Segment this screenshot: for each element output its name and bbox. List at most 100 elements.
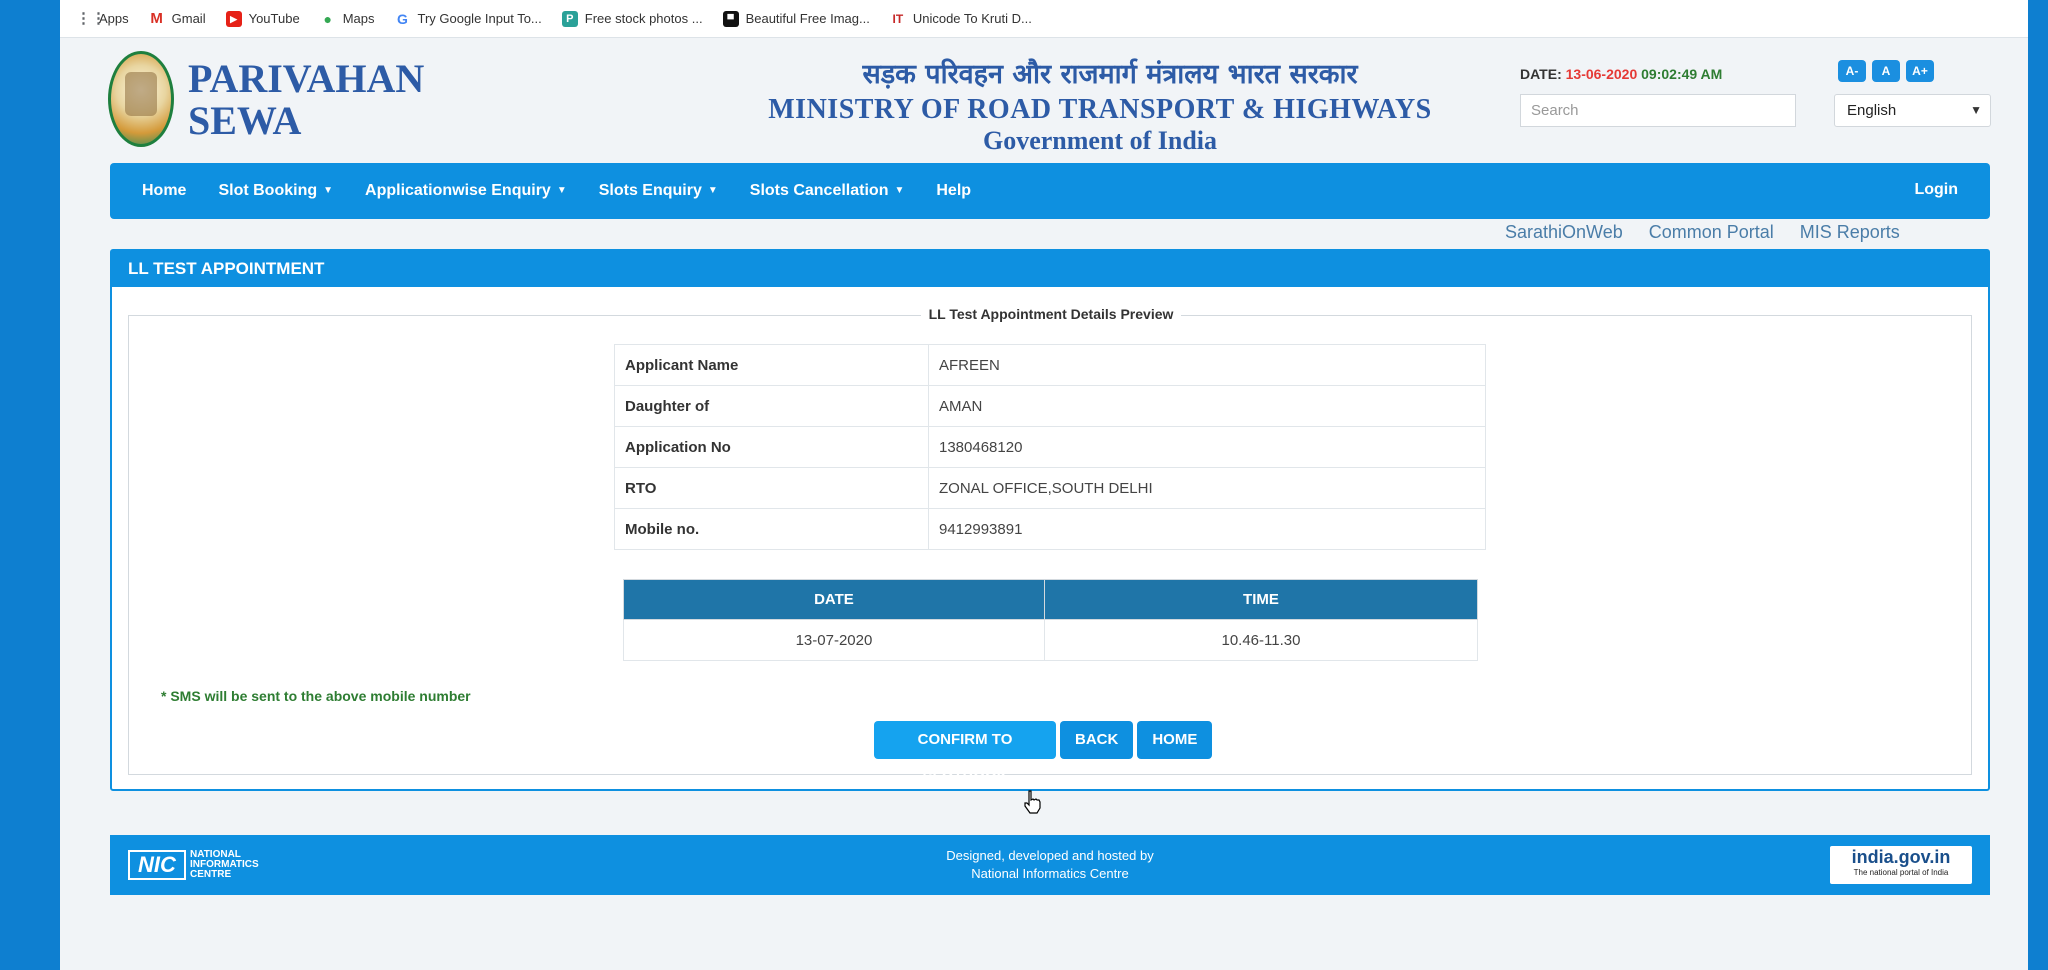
parivahan-sewa-logo[interactable]: PARIVAHAN SEWA: [188, 58, 424, 142]
bookmark-label: Gmail: [171, 11, 206, 26]
table-row: Applicant Name AFREEN: [614, 344, 1486, 386]
fieldset-legend-text: LL Test Appointment Details Preview: [920, 306, 1182, 322]
bookmark-label: Free stock photos ...: [584, 11, 703, 26]
bookmark-unicode-kruti[interactable]: IT Unicode To Kruti D...: [890, 11, 1032, 27]
fieldset-legend: LL Test Appointment Details Preview: [129, 306, 1973, 322]
home-button[interactable]: HOME: [1137, 721, 1213, 759]
detail-key: Application No: [614, 426, 929, 468]
nav-slot-booking-label: Slot Booking: [218, 182, 318, 199]
font-increase-button[interactable]: A+: [1906, 60, 1934, 82]
maps-icon: ●: [323, 10, 332, 27]
bookmark-stock-photos[interactable]: P Free stock photos ...: [561, 10, 703, 27]
nav-slots-cancellation[interactable]: Slots Cancellation ▼: [750, 182, 905, 200]
bookmark-label: Unicode To Kruti D...: [912, 11, 1032, 26]
nav-slots-enquiry[interactable]: Slots Enquiry ▼: [599, 182, 718, 200]
hindi-ministry-title: सड़क परिवहन और राजमार्ग मंत्रालय भारत सर…: [862, 59, 1358, 90]
detail-key: Daughter of: [614, 385, 929, 427]
bookmark-gmail[interactable]: M Gmail: [149, 9, 206, 27]
desktop-left-strip: [0, 0, 60, 970]
detail-key: Mobile no.: [614, 508, 929, 550]
bookmark-label: Try Google Input To...: [417, 11, 542, 26]
bookmark-apps[interactable]: ⋮⋮ Apps: [76, 9, 129, 27]
nav-slots-enquiry-label: Slots Enquiry: [598, 182, 702, 199]
page-content: PARIVAHAN SEWA सड़क परिवहन और राजमार्ग म…: [60, 38, 2028, 970]
hand-cursor-icon: [1024, 790, 1041, 814]
link-sarathionweb[interactable]: SarathiOnWeb: [1505, 222, 1623, 243]
table-row: RTO ZONAL OFFICE,SOUTH DELHI: [614, 467, 1486, 509]
nav-home[interactable]: Home: [142, 182, 186, 200]
slot-header-row: DATE TIME: [623, 579, 1479, 620]
detail-value: 1380468120: [928, 426, 1486, 468]
back-button[interactable]: BACK: [1060, 721, 1134, 759]
link-mis-reports[interactable]: MIS Reports: [1800, 222, 1900, 243]
action-buttons: CONFIRM TO SLOTBOOK BACK HOME: [874, 721, 1216, 786]
india-gov-logo[interactable]: india.gov.in The national portal of Indi…: [1830, 846, 1972, 884]
slot-time-header: TIME: [1043, 579, 1479, 620]
bookmark-label: Beautiful Free Imag...: [745, 11, 870, 26]
nav-applicationwise-enquiry[interactable]: Applicationwise Enquiry ▼: [365, 182, 567, 200]
detail-key: Applicant Name: [614, 344, 929, 386]
language-select[interactable]: English ▼: [1834, 94, 1991, 127]
unsplash-icon: ▀: [722, 10, 739, 27]
bookmark-maps[interactable]: ● Maps: [320, 10, 374, 27]
table-row: Mobile no. 9412993891: [614, 508, 1486, 550]
logo-line-1: PARIVAHAN: [188, 56, 425, 101]
stock-photos-icon: P: [561, 10, 578, 27]
ashoka-emblem-logo: [108, 51, 174, 147]
language-selected: English: [1847, 102, 1897, 119]
bookmark-youtube[interactable]: ▶ YouTube: [225, 10, 300, 27]
slot-date-value: 13-07-2020: [623, 619, 1045, 661]
nav-applicationwise-enquiry-label: Applicationwise Enquiry: [365, 182, 551, 199]
slot-time-value: 10.46-11.30: [1043, 619, 1479, 661]
footer-credit: Designed, developed and hosted by Nation…: [110, 847, 1990, 883]
bookmark-free-images[interactable]: ▀ Beautiful Free Imag...: [722, 10, 870, 27]
table-row: Daughter of AMAN: [614, 385, 1486, 427]
sms-note: * SMS will be sent to the above mobile n…: [161, 688, 471, 704]
panel-title: LL TEST APPOINTMENT: [112, 251, 1988, 287]
search-input[interactable]: [1520, 94, 1796, 127]
font-normal-button[interactable]: A: [1872, 60, 1900, 82]
nav-home-label: Home: [142, 182, 187, 199]
chevron-down-icon: ▼: [1970, 103, 1982, 117]
ministry-title: MINISTRY OF ROAD TRANSPORT & HIGHWAYS: [768, 94, 1432, 125]
confirm-slotbook-button[interactable]: CONFIRM TO SLOTBOOK: [874, 721, 1056, 786]
gmail-icon: M: [150, 9, 163, 27]
date-time-display: DATE: 13-06-2020 09:02:49 AM: [1520, 66, 1722, 82]
india-gov-title: india.gov.in: [1851, 847, 1951, 867]
desktop-right-strip: [2028, 0, 2048, 970]
detail-value: AMAN: [928, 385, 1486, 427]
date-value: 13-06-2020: [1565, 66, 1638, 82]
details-preview-fieldset: LL Test Appointment Details Preview Appl…: [128, 306, 1972, 786]
nav-help-label: Help: [936, 182, 972, 199]
slot-table: DATE TIME 13-07-2020 10.46-11.30: [623, 579, 1479, 661]
footer: NIC NATIONAL INFORMATICS CENTRE Designed…: [110, 835, 1990, 895]
government-title: Government of India: [983, 126, 1217, 155]
ll-test-appointment-panel: LL TEST APPOINTMENT LL Test Appointment …: [110, 249, 1990, 791]
nav-login[interactable]: Login: [1914, 181, 1958, 199]
caret-down-icon: ▼: [323, 185, 334, 196]
india-gov-tagline: The national portal of India: [1853, 868, 1949, 877]
credit-line-2: National Informatics Centre: [971, 866, 1129, 881]
table-row: Application No 1380468120: [614, 426, 1486, 468]
detail-key: RTO: [614, 467, 929, 509]
font-size-controls: A- A A+: [1838, 60, 1940, 82]
time-value: 09:02:49 AM: [1641, 66, 1723, 82]
bookmark-label: YouTube: [248, 11, 300, 26]
logo-line-2: SEWA: [188, 98, 302, 143]
caret-down-icon: ▼: [556, 185, 567, 196]
bookmark-google-input[interactable]: G Try Google Input To...: [394, 11, 542, 27]
bookmark-label: Apps: [99, 11, 129, 26]
nav-help[interactable]: Help: [936, 182, 971, 200]
detail-value: ZONAL OFFICE,SOUTH DELHI: [928, 467, 1486, 509]
nav-slots-cancellation-label: Slots Cancellation: [749, 182, 889, 199]
date-label: DATE:: [1520, 66, 1562, 82]
caret-down-icon: ▼: [707, 185, 718, 196]
nav-slot-booking[interactable]: Slot Booking ▼: [218, 182, 333, 200]
link-common-portal[interactable]: Common Portal: [1649, 222, 1774, 243]
font-decrease-button[interactable]: A-: [1838, 60, 1866, 82]
youtube-icon: ▶: [225, 10, 242, 27]
browser-window: ⋮⋮ Apps M Gmail ▶ YouTube ● Maps G Try G…: [60, 0, 2028, 970]
detail-value: AFREEN: [928, 344, 1486, 386]
quick-links: SarathiOnWeb Common Portal MIS Reports: [1505, 222, 1926, 243]
apps-grid-icon: ⋮⋮: [76, 9, 106, 27]
